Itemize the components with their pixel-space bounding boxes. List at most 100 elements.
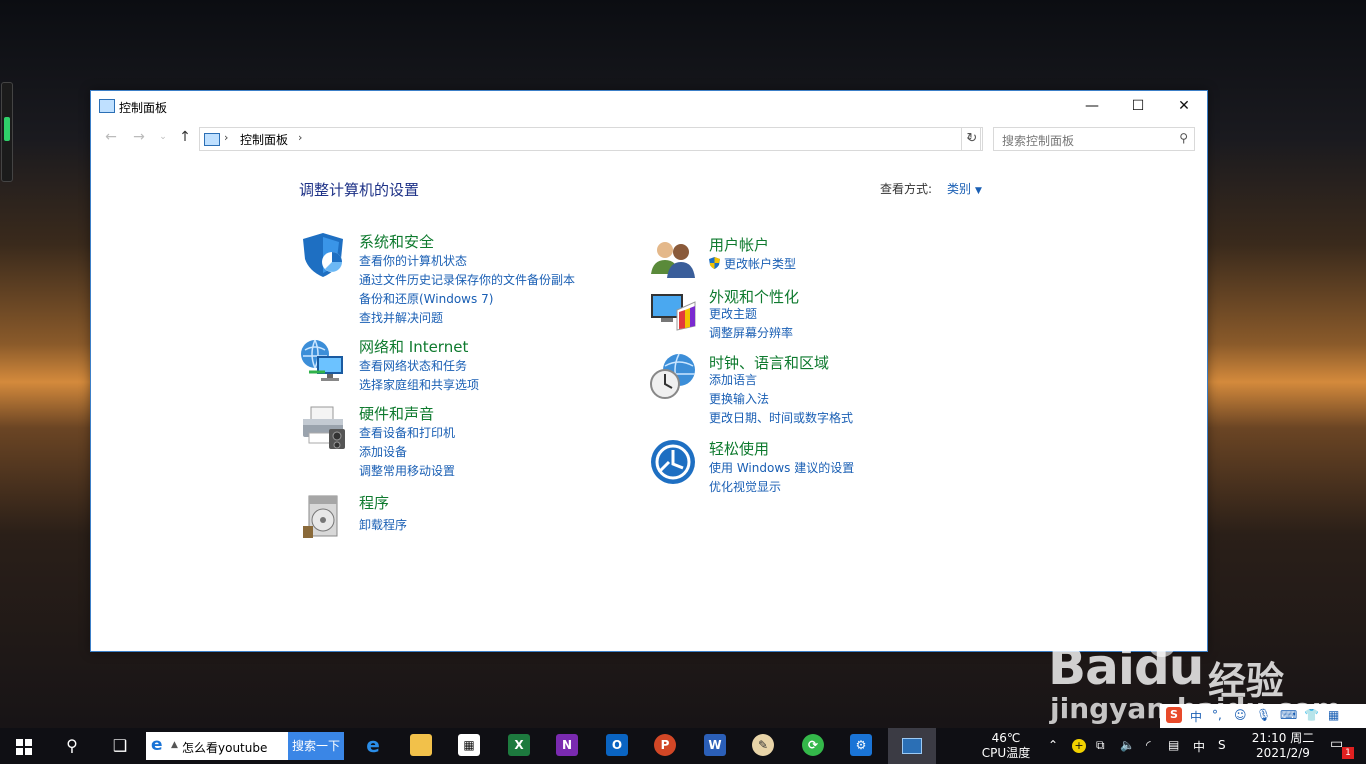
link-change-account-type[interactable]: 更改帐户类型 — [709, 255, 796, 272]
cpu-temp-value: 46℃ — [991, 731, 1021, 745]
link-homegroup-sharing[interactable]: 选择家庭组和共享选项 — [359, 376, 479, 393]
task-view-icon[interactable]: ❑ — [96, 728, 144, 764]
link-screen-resolution[interactable]: 调整屏幕分辨率 — [709, 324, 793, 341]
sogou-tray-icon[interactable]: S — [1218, 738, 1226, 752]
link-devices-printers[interactable]: 查看设备和打印机 — [359, 424, 455, 441]
ime-emoji-icon[interactable]: ☺ — [1234, 708, 1247, 722]
green-app-icon[interactable]: ⟳ — [802, 734, 824, 756]
link-add-language[interactable]: 添加语言 — [709, 371, 757, 388]
notification-center-button[interactable]: ▭ 1 — [1330, 736, 1354, 759]
category-title[interactable]: 硬件和声音 — [359, 403, 434, 424]
link-file-history-backup[interactable]: 通过文件历史记录保存你的文件备份副本 — [359, 271, 575, 288]
search-box[interactable]: 搜索控制面板 ⚲ — [993, 127, 1195, 151]
window-title: 控制面板 — [119, 101, 168, 115]
title-bar[interactable]: 控制面板 — ☐ ✕ — [91, 91, 1207, 121]
edge-icon[interactable]: e — [362, 734, 384, 756]
file-explorer-icon[interactable] — [410, 734, 432, 756]
search-query[interactable]: 怎么看youtube — [182, 739, 267, 756]
ime-mode-icon[interactable]: 中 — [1190, 708, 1202, 725]
control-panel-window: 控制面板 — ☐ ✕ ← → ⌄ ↑ › 控制面板 › ⌄ ↻ 搜索控制面板 ⚲… — [90, 90, 1208, 652]
display-palette-icon — [651, 294, 696, 331]
clock-date: 2021/2/9 — [1256, 746, 1310, 760]
refresh-icon[interactable]: ↻ — [961, 127, 983, 151]
link-change-theme[interactable]: 更改主题 — [709, 305, 757, 322]
printer-icon — [303, 406, 345, 449]
wifi-icon[interactable]: ◜ — [1146, 738, 1151, 752]
ime-punctuation-icon[interactable]: °, — [1212, 708, 1222, 722]
maximize-button[interactable]: ☐ — [1115, 91, 1161, 121]
up-arrow-icon[interactable]: ↑ — [175, 129, 195, 145]
link-uninstall-program[interactable]: 卸载程序 — [359, 516, 407, 533]
clock-globe-icon — [650, 353, 695, 399]
taskbar-search-box[interactable]: e ▲ 怎么看youtube — [146, 732, 288, 760]
powerpoint-icon[interactable]: P — [654, 734, 676, 756]
link-troubleshoot[interactable]: 查找并解决问题 — [359, 309, 443, 326]
link-date-time-format[interactable]: 更改日期、时间或数字格式 — [709, 409, 853, 426]
address-bar[interactable]: › 控制面板 › ⌄ — [199, 127, 981, 151]
back-arrow-icon[interactable]: ← — [101, 129, 121, 145]
search-input[interactable]: 搜索控制面板 — [1002, 132, 1074, 149]
outlook-icon[interactable]: O — [606, 734, 628, 756]
link-add-device[interactable]: 添加设备 — [359, 443, 407, 460]
taskbar: ⚲ ❑ e ▲ 怎么看youtube 搜索一下 e ▦ X N O P W ✎ … — [0, 728, 1366, 764]
settings-icon[interactable]: ⚙ — [850, 734, 872, 756]
link-change-input-method[interactable]: 更换输入法 — [709, 390, 769, 407]
recent-locations-chevron-icon[interactable]: ⌄ — [153, 132, 173, 142]
chevron-down-icon: ▼ — [975, 186, 982, 196]
search-icon[interactable]: ⚲ — [1179, 131, 1188, 145]
ease-of-access-icon — [651, 440, 695, 484]
ime-toolbox-icon[interactable]: ▦ — [1328, 708, 1339, 722]
view-by-dropdown[interactable]: 类别 ▼ — [947, 180, 982, 197]
page-title: 调整计算机的设置 — [299, 181, 420, 199]
view-by-value: 类别 — [947, 182, 972, 196]
search-submit-button[interactable]: 搜索一下 — [288, 732, 344, 760]
cpu-temperature[interactable]: 46℃ CPU温度 — [978, 731, 1034, 761]
paint-icon[interactable]: ✎ — [752, 734, 774, 756]
link-windows-recommended-settings[interactable]: 使用 Windows 建议的设置 — [709, 459, 854, 476]
control-panel-taskbar-item[interactable] — [888, 728, 936, 764]
windows-logo-icon — [16, 738, 32, 755]
sogou-ime-icon[interactable]: S — [1166, 707, 1182, 723]
link-backup-restore[interactable]: 备份和还原(Windows 7) — [359, 290, 493, 307]
category-title[interactable]: 系统和安全 — [359, 231, 434, 252]
caret-up-icon: ▲ — [171, 740, 178, 750]
link-view-computer-status[interactable]: 查看你的计算机状态 — [359, 252, 467, 269]
minimize-button[interactable]: — — [1069, 91, 1115, 121]
category-title[interactable]: 用户帐户 — [709, 234, 769, 255]
input-language-indicator[interactable]: 中 — [1193, 738, 1205, 755]
ime-skin-icon[interactable]: 👕 — [1304, 708, 1319, 722]
view-by-label: 查看方式: — [880, 182, 933, 196]
action-center-message-icon[interactable]: ▤ — [1168, 738, 1179, 752]
ime-voice-icon[interactable]: 🎙 — [1256, 708, 1271, 722]
cpu-temp-label: CPU温度 — [981, 746, 1031, 760]
category-title[interactable]: 网络和 Internet — [359, 336, 468, 357]
link-mobility-settings[interactable]: 调整常用移动设置 — [359, 462, 455, 479]
volume-icon[interactable]: 🔈 — [1120, 738, 1135, 752]
category-title[interactable]: 轻松使用 — [709, 438, 769, 459]
ime-keyboard-icon[interactable]: ⌨ — [1280, 708, 1297, 722]
category-title[interactable]: 时钟、语言和区域 — [709, 352, 829, 373]
word-icon[interactable]: W — [704, 734, 726, 756]
search-icon[interactable]: ⚲ — [48, 728, 96, 764]
show-hidden-icons-chevron-icon[interactable]: ⌃ — [1048, 738, 1058, 752]
clock[interactable]: 21:10 周二 2021/2/9 — [1250, 731, 1316, 761]
excel-icon[interactable]: X — [508, 734, 530, 756]
onenote-icon[interactable]: N — [556, 734, 578, 756]
category-title[interactable]: 外观和个性化 — [709, 286, 799, 307]
store-icon[interactable]: ▦ — [458, 734, 480, 756]
breadcrumb-separator-icon: › — [224, 131, 229, 144]
ime-toolbar[interactable]: S 中 °, ☺ 🎙 ⌨ 👕 ▦ — [1160, 704, 1366, 728]
uac-shield-icon — [709, 257, 720, 269]
breadcrumb-separator-icon[interactable]: › — [298, 131, 302, 144]
plus-app-icon[interactable]: + — [1072, 739, 1086, 753]
address-control-panel-icon — [204, 133, 220, 146]
category-title[interactable]: 程序 — [359, 492, 389, 513]
start-button[interactable] — [0, 728, 48, 764]
breadcrumb[interactable]: 控制面板 — [240, 131, 288, 148]
link-optimize-visual-display[interactable]: 优化视觉显示 — [709, 478, 781, 495]
network-adapter-icon[interactable]: ⧉ — [1096, 738, 1105, 753]
category-clock-language-region: 时钟、语言和区域 添加语言 更换输入法 更改日期、时间或数字格式 — [649, 352, 969, 432]
close-button[interactable]: ✕ — [1161, 91, 1207, 121]
forward-arrow-icon[interactable]: → — [129, 129, 149, 145]
link-network-status[interactable]: 查看网络状态和任务 — [359, 357, 467, 374]
